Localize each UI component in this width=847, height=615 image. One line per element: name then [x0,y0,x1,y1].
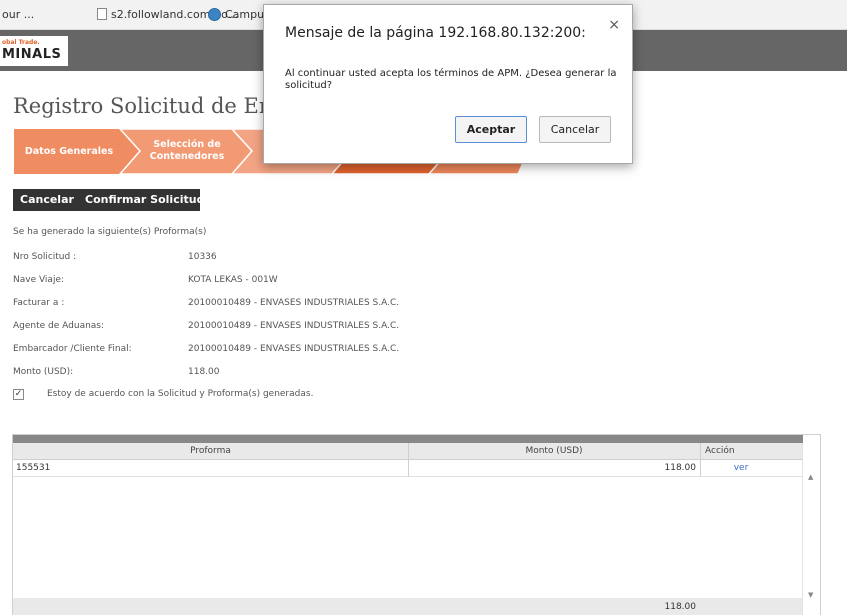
grid-scrollbar[interactable]: ▲ ▼ [802,443,820,615]
view-link[interactable]: ver [701,460,781,477]
detail-value: KOTA LEKAS - 001W [188,275,278,285]
agreement-label: Estoy de acuerdo con la Solicitud y Prof… [47,389,314,399]
logo-text: MINALS [2,47,62,62]
column-divider [408,443,409,477]
detail-label: Nro Solicitud : [13,252,77,262]
column-divider [700,443,701,477]
detail-label: Embarcador /Cliente Final: [13,344,132,354]
confirm-request-button[interactable]: Confirmar Solicitud [78,189,204,211]
detail-value: 10336 [188,252,217,262]
confirm-dialog: Mensaje de la página 192.168.80.132:200:… [263,4,633,164]
dialog-cancel-button[interactable]: Cancelar [539,116,611,143]
cell-monto: 118.00 [664,463,697,473]
step-label-line: Selección de [153,139,221,150]
detail-label: Facturar a : [13,298,65,308]
globe-icon [208,8,221,21]
dialog-title: Mensaje de la página 192.168.80.132:200: [285,25,586,41]
agreement-checkbox[interactable]: ✓ [13,389,24,400]
detail-value: 20100010489 - ENVASES INDUSTRIALES S.A.C… [188,344,400,354]
detail-value: 20100010489 - ENVASES INDUSTRIALES S.A.C… [188,321,400,331]
detail-label: Agente de Aduanas: [13,321,105,331]
column-header-accion[interactable]: Acción [705,443,803,460]
close-icon[interactable]: × [608,17,620,33]
grid-top-bar [13,435,803,443]
detail-value: 20100010489 - ENVASES INDUSTRIALES S.A.C… [188,298,400,308]
grid-footer: 118.00 [13,598,803,615]
document-icon [97,8,107,20]
logo[interactable]: obal Trade. MINALS [0,36,68,66]
bookmark-item[interactable]: our ... [2,8,34,21]
generated-message: Se ha generado la siguiente(s) Proforma(… [13,227,207,237]
step-label-line: Contenedores [149,151,225,162]
cell-proforma: 155531 [16,463,51,473]
proforma-grid: Proforma Monto (USD) Acción 155531 118.0… [12,434,821,615]
detail-value: 118.00 [188,367,220,377]
step-label-line: Datos Generales [24,146,114,157]
column-header-monto[interactable]: Monto (USD) [408,443,700,460]
scroll-up-icon[interactable]: ▲ [808,473,813,481]
step-label-datos-generales[interactable]: Datos Generales [24,146,114,158]
footer-total: 118.00 [664,602,697,612]
bookmark-item[interactable]: Campus [208,8,270,21]
scroll-down-icon[interactable]: ▼ [808,591,813,599]
step-label-seleccion[interactable]: Selección de Contenedores [142,139,232,163]
dialog-message: Al continuar usted acepta los términos d… [285,68,617,91]
detail-label: Monto (USD): [13,367,74,377]
logo-tagline: obal Trade. [2,39,40,46]
accept-button[interactable]: Aceptar [455,116,527,143]
cancel-button[interactable]: Cancelar [13,189,81,211]
detail-label: Nave Viaje: [13,275,65,285]
column-header-proforma[interactable]: Proforma [13,443,408,460]
